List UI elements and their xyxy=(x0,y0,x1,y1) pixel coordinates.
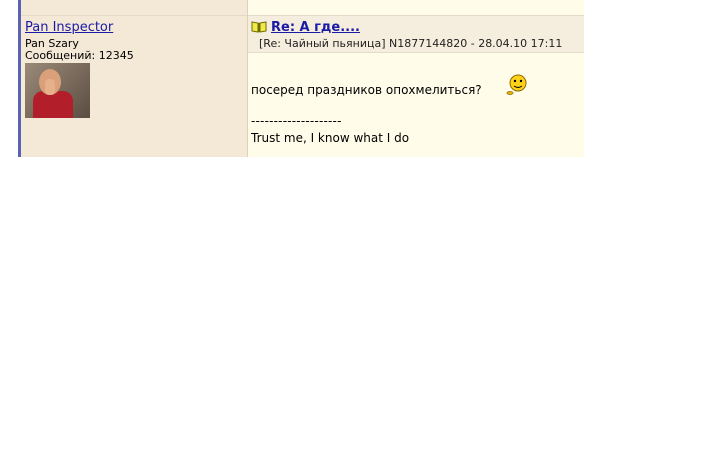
previous-post-stub xyxy=(21,0,247,16)
avatar xyxy=(25,63,90,118)
post-header: Re: А где.... [Re: Чайный пьяница] N1877… xyxy=(248,16,584,53)
signature-text: Trust me, I know what I do xyxy=(251,131,410,145)
avatar-body xyxy=(33,91,73,118)
forum-post: Pan Inspector Pan Szary Сообщений: 12345… xyxy=(21,0,584,157)
post-message: посеред праздников опохмелиться? xyxy=(251,83,482,97)
post-content-panel: Re: А где.... [Re: Чайный пьяница] N1877… xyxy=(248,0,584,157)
post-subject-link[interactable]: Re: А где.... xyxy=(271,20,360,35)
author-post-count: Сообщений: 12345 xyxy=(25,49,134,62)
smiley-icon xyxy=(506,74,527,95)
signature-separator: -------------------- xyxy=(251,114,342,128)
book-icon xyxy=(251,21,267,33)
author-name-link[interactable]: Pan Inspector xyxy=(25,20,113,35)
previous-post-stub xyxy=(248,0,584,16)
post-meta: [Re: Чайный пьяница] N1877144820 - 28.04… xyxy=(259,37,563,50)
author-panel: Pan Inspector Pan Szary Сообщений: 12345 xyxy=(21,0,248,157)
avatar-arm xyxy=(45,79,55,95)
